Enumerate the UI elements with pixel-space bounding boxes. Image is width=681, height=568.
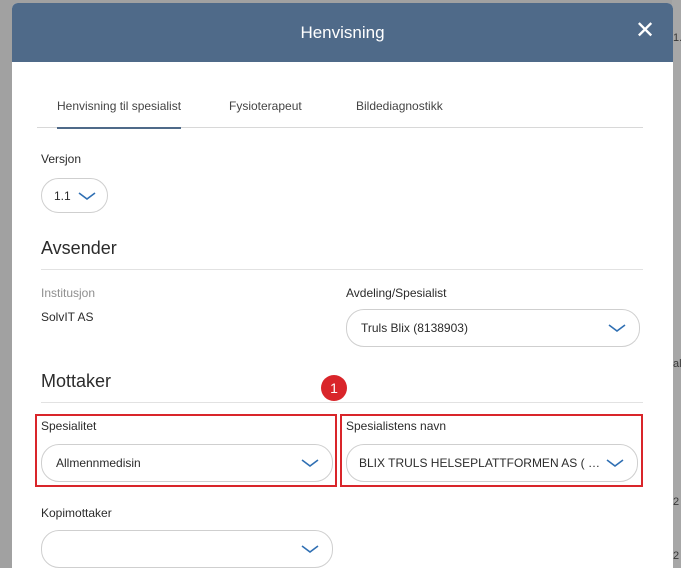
- chevron-down-icon: [78, 191, 96, 200]
- modal-header: Henvisning ✕: [12, 3, 673, 62]
- chevron-down-icon: [608, 324, 626, 332]
- department-value: Truls Blix (8138903): [361, 321, 468, 335]
- department-select[interactable]: Truls Blix (8138903): [346, 309, 640, 347]
- version-select[interactable]: 1.1: [41, 178, 108, 213]
- department-label: Avdeling/Spesialist: [346, 286, 447, 300]
- copy-recipient-select[interactable]: [41, 530, 333, 568]
- modal-title: Henvisning: [300, 22, 385, 42]
- chevron-down-icon: [606, 459, 624, 467]
- referral-modal: Henvisning ✕ Henvisning til spesialist F…: [12, 3, 673, 568]
- copy-recipient-label: Kopimottaker: [41, 506, 112, 520]
- annotation-badge: 1: [321, 375, 347, 401]
- specialist-name-select[interactable]: BLIX TRULS HELSEPLATTFORMEN AS ( 814...: [346, 444, 638, 482]
- specialist-name-value: BLIX TRULS HELSEPLATTFORMEN AS ( 814...: [359, 456, 605, 470]
- specialty-label: Spesialitet: [41, 419, 97, 433]
- version-label: Versjon: [41, 152, 82, 166]
- chevron-down-icon: [301, 545, 319, 553]
- sender-section-title: Avsender: [41, 238, 117, 258]
- institution-label: Institusjon: [41, 286, 96, 300]
- specialist-name-label: Spesialistens navn: [346, 419, 447, 433]
- institution-value: SolvIT AS: [41, 310, 94, 324]
- tab-physiotherapist[interactable]: Fysioterapeut: [229, 99, 302, 127]
- chevron-down-icon: [301, 459, 319, 467]
- specialty-select[interactable]: Allmennmedisin: [41, 444, 333, 482]
- close-icon[interactable]: ✕: [633, 19, 657, 43]
- tab-imaging[interactable]: Bildediagnostikk: [356, 99, 443, 127]
- recipient-section-title: Mottaker: [41, 371, 112, 391]
- section-divider: [41, 269, 643, 270]
- tab-bar: Henvisning til spesialist Fysioterapeut …: [37, 89, 643, 129]
- section-divider: [41, 402, 643, 403]
- version-value: 1.1: [54, 188, 71, 203]
- tab-specialist-referral[interactable]: Henvisning til spesialist: [57, 99, 182, 129]
- specialty-value: Allmennmedisin: [56, 456, 141, 470]
